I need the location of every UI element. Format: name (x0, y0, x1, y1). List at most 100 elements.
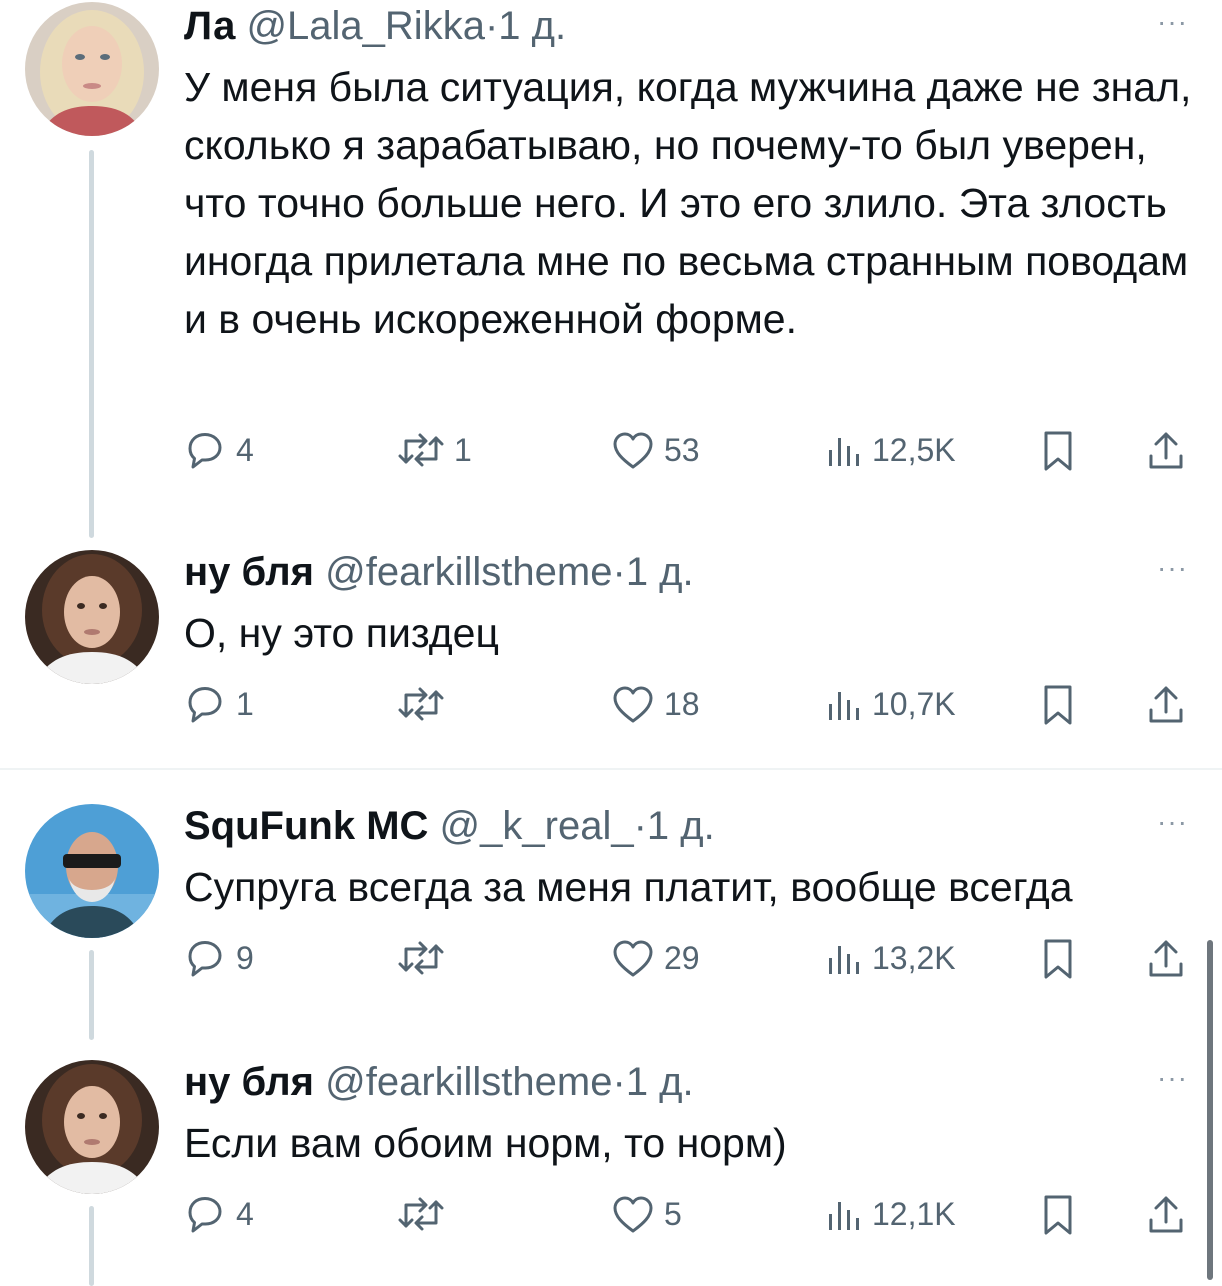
action-bar: 9 29 13,2K (0, 938, 1222, 986)
timestamp[interactable]: 1 д. (498, 4, 566, 48)
more-icon[interactable]: ··· (1157, 1062, 1188, 1094)
reply-icon (188, 941, 222, 977)
retweet-icon (398, 941, 444, 975)
share-button[interactable] (1146, 1194, 1186, 1236)
handle[interactable]: @_k_real_ (440, 804, 634, 848)
reply-button[interactable]: 9 (186, 938, 254, 978)
bookmark-button[interactable] (1040, 938, 1076, 980)
bookmark-icon (1044, 939, 1072, 979)
tweet[interactable]: Ла @Lala_Rikka·1 д. ··· У меня была ситу… (0, 0, 1222, 538)
retweet-button[interactable] (398, 684, 454, 724)
like-count: 53 (664, 431, 700, 468)
more-icon[interactable]: ··· (1157, 552, 1188, 584)
avatar[interactable] (25, 550, 159, 684)
bookmark-icon (1044, 685, 1072, 725)
tweet-text: Если вам обоим норм, то норм) (184, 1120, 787, 1166)
bookmark-button[interactable] (1040, 684, 1076, 726)
reply-count: 1 (236, 685, 254, 722)
timestamp[interactable]: 1 д. (626, 550, 694, 594)
avatar[interactable] (25, 804, 159, 938)
divider (0, 768, 1222, 770)
more-icon[interactable]: ··· (1157, 6, 1188, 38)
views-icon (829, 1202, 859, 1230)
retweet-icon (398, 687, 444, 721)
reply-button[interactable]: 4 (186, 1194, 254, 1234)
bookmark-icon (1044, 1195, 1072, 1235)
views-icon (829, 692, 859, 720)
share-button[interactable] (1146, 430, 1186, 472)
reply-icon (188, 1197, 222, 1233)
like-count: 5 (664, 1195, 682, 1232)
bookmark-button[interactable] (1040, 1194, 1076, 1236)
retweet-count: 1 (454, 431, 472, 468)
reply-button[interactable]: 1 (186, 684, 254, 724)
avatar[interactable] (25, 1060, 159, 1194)
tweet-header: ну бля @fearkillstheme·1 д. (184, 1058, 694, 1106)
views-icon (829, 438, 859, 466)
tweet[interactable]: SquFunk MC @_k_real_·1 д. ··· Супруга вс… (0, 790, 1222, 1040)
retweet-button[interactable] (398, 1194, 454, 1234)
views-button[interactable]: 12,5K (826, 430, 956, 470)
like-button[interactable]: 53 (612, 430, 700, 470)
like-button[interactable]: 18 (612, 684, 700, 724)
timestamp[interactable]: 1 д. (647, 804, 715, 848)
share-icon (1149, 432, 1183, 469)
separator: · (633, 804, 647, 848)
handle[interactable]: @Lala_Rikka (246, 4, 485, 48)
share-button[interactable] (1146, 684, 1186, 726)
display-name[interactable]: ну бля (184, 550, 314, 594)
timestamp[interactable]: 1 д. (626, 1060, 694, 1104)
tweet-header: Ла @Lala_Rikka·1 д. (184, 2, 566, 50)
like-count: 18 (664, 685, 700, 722)
tweet[interactable]: ну бля @fearkillstheme·1 д. ··· Если вам… (0, 1050, 1222, 1286)
handle[interactable]: @fearkillstheme (325, 550, 612, 594)
tweet-text: У меня была ситуация, когда мужчина даже… (184, 64, 1192, 342)
display-name[interactable]: Ла (184, 4, 235, 48)
share-icon (1149, 940, 1183, 977)
views-icon (829, 946, 859, 974)
thread-line (89, 150, 94, 538)
share-icon (1149, 686, 1183, 723)
separator: · (612, 1060, 626, 1104)
reply-count: 4 (236, 1195, 254, 1232)
separator: · (612, 550, 626, 594)
views-button[interactable]: 12,1K (826, 1194, 956, 1234)
separator: · (484, 4, 499, 48)
views-button[interactable]: 13,2K (826, 938, 956, 978)
tweet-text: О, ну это пиздец (184, 610, 499, 656)
heart-icon (613, 940, 653, 977)
display-name[interactable]: SquFunk MC (184, 804, 428, 848)
view-count: 13,2K (872, 939, 956, 976)
share-button[interactable] (1146, 938, 1186, 980)
like-button[interactable]: 5 (612, 1194, 682, 1234)
retweet-button[interactable] (398, 938, 454, 978)
heart-icon (613, 432, 653, 469)
avatar[interactable] (25, 2, 159, 136)
share-icon (1149, 1196, 1183, 1233)
action-bar: 1 18 10,7K (0, 684, 1222, 732)
view-count: 10,7K (872, 685, 956, 722)
heart-icon (613, 1196, 653, 1233)
tweet-header: SquFunk MC @_k_real_·1 д. (184, 802, 715, 850)
action-bar: 4 5 12,1K (0, 1194, 1222, 1242)
retweet-icon (398, 1197, 444, 1231)
display-name[interactable]: ну бля (184, 1060, 314, 1104)
reply-icon (188, 687, 222, 723)
like-button[interactable]: 29 (612, 938, 700, 978)
views-button[interactable]: 10,7K (826, 684, 956, 724)
tweet[interactable]: ну бля @fearkillstheme·1 д. ··· О, ну эт… (0, 540, 1222, 768)
handle[interactable]: @fearkillstheme (325, 1060, 612, 1104)
scrollbar[interactable] (1207, 940, 1213, 1280)
reply-icon (188, 433, 222, 469)
retweet-button[interactable]: 1 (398, 430, 472, 470)
reply-button[interactable]: 4 (186, 430, 254, 470)
view-count: 12,5K (872, 431, 956, 468)
like-count: 29 (664, 939, 700, 976)
tweet-text: Супруга всегда за меня платит, вообще вс… (184, 864, 1073, 910)
retweet-icon (398, 433, 444, 467)
more-icon[interactable]: ··· (1157, 806, 1188, 838)
bookmark-button[interactable] (1040, 430, 1076, 472)
heart-icon (613, 686, 653, 723)
bookmark-icon (1044, 431, 1072, 471)
action-bar: 4 1 53 12,5K (0, 430, 1222, 478)
